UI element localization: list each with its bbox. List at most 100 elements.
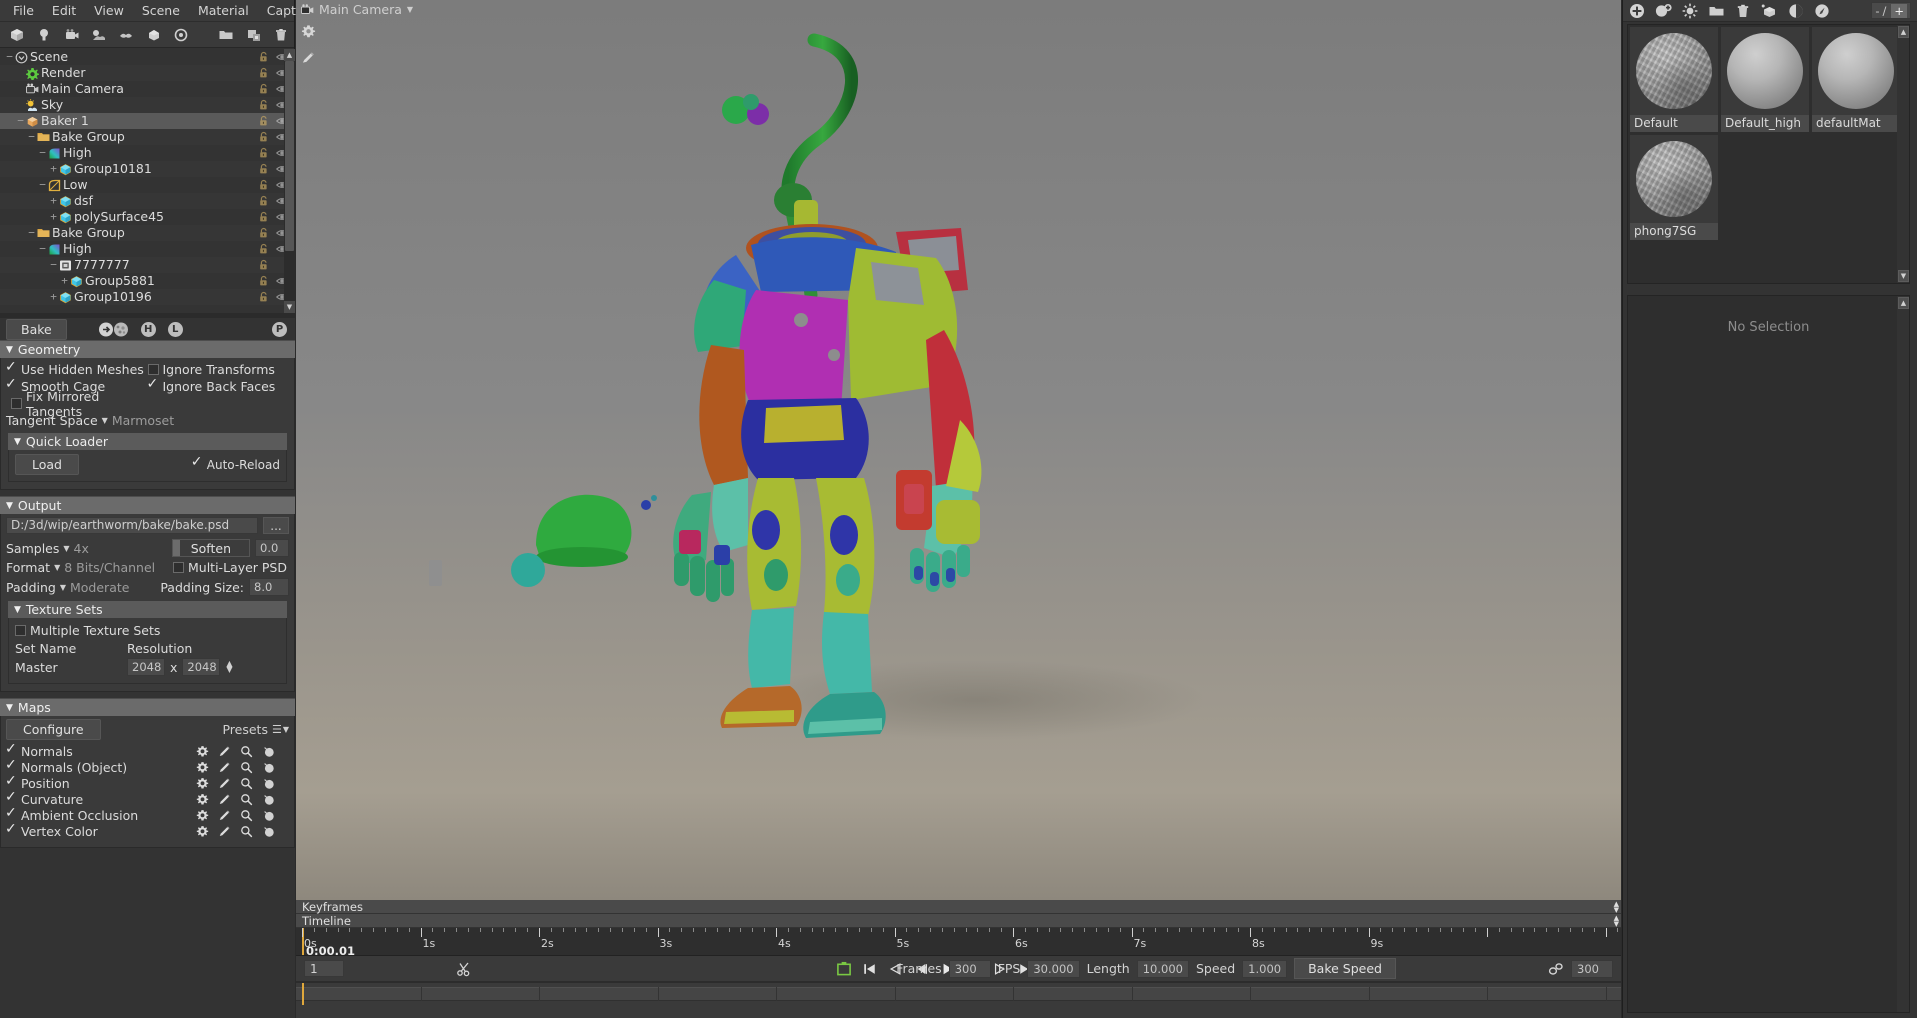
scene-tree-row[interactable]: − Scene bbox=[0, 49, 295, 65]
pencil-icon[interactable] bbox=[218, 777, 231, 790]
browse-button[interactable]: ... bbox=[263, 517, 289, 534]
fix-mirrored-tangents-checkbox[interactable] bbox=[11, 398, 22, 409]
pencil-icon[interactable] bbox=[218, 825, 231, 838]
soften-value-input[interactable]: 0.0 bbox=[255, 539, 289, 557]
scissors-icon[interactable] bbox=[456, 961, 472, 977]
material-sphere-icon[interactable] bbox=[262, 745, 275, 758]
scroll-down-icon[interactable]: ▼ bbox=[1898, 270, 1909, 282]
material-sphere-icon[interactable] bbox=[262, 761, 275, 774]
material-item[interactable]: Default_high bbox=[1721, 27, 1809, 132]
expand-icon[interactable]: + bbox=[48, 209, 59, 225]
add-turntable-icon[interactable] bbox=[169, 24, 194, 46]
stepper-down-icon[interactable]: ▼ bbox=[226, 666, 232, 674]
scene-tree-row[interactable]: − Bake Group bbox=[0, 225, 295, 241]
open-folder-icon[interactable] bbox=[214, 24, 239, 46]
frames-input[interactable]: 300 bbox=[948, 959, 991, 978]
scene-tree-row[interactable]: + dsf bbox=[0, 193, 295, 209]
search-icon[interactable] bbox=[240, 777, 253, 790]
lock-icon[interactable] bbox=[258, 99, 270, 111]
gear-icon[interactable] bbox=[196, 761, 209, 774]
search-icon[interactable] bbox=[240, 809, 253, 822]
pencil-icon[interactable] bbox=[218, 761, 231, 774]
multiple-texture-sets-option[interactable]: Multiple Texture Sets bbox=[15, 622, 280, 639]
lock-icon[interactable] bbox=[258, 115, 270, 127]
material-item[interactable]: phong7SG bbox=[1630, 135, 1718, 240]
map-toggle[interactable]: Normals (Object) bbox=[5, 757, 127, 775]
search-icon[interactable] bbox=[240, 745, 253, 758]
scene-tree-row[interactable]: Sky bbox=[0, 97, 295, 113]
material-grid[interactable]: Default Default_high defaultMat phong7SG ▲ … bbox=[1627, 24, 1910, 284]
lock-icon[interactable] bbox=[258, 243, 270, 255]
texture-height-input[interactable]: 2048 bbox=[182, 658, 221, 676]
lock-icon[interactable] bbox=[258, 147, 270, 159]
lock-icon[interactable] bbox=[258, 83, 270, 95]
search-icon[interactable] bbox=[240, 793, 253, 806]
collapse-icon[interactable]: − bbox=[37, 177, 48, 193]
material-sphere-icon[interactable] bbox=[262, 809, 275, 822]
configure-button[interactable]: Configure bbox=[6, 719, 101, 740]
viewport-paint-icon[interactable] bbox=[299, 48, 317, 66]
material-thumbnail[interactable] bbox=[1721, 27, 1809, 115]
auto-reload-checkbox[interactable] bbox=[191, 454, 203, 470]
padding-size-input[interactable]: 8.0 bbox=[249, 578, 289, 596]
current-frame-input[interactable]: 1 bbox=[304, 960, 344, 977]
soften-button[interactable]: Soften bbox=[171, 539, 250, 557]
resolution-stepper[interactable]: ▲ ▼ bbox=[226, 660, 232, 674]
low-poly-toggle-icon[interactable]: L bbox=[167, 321, 183, 337]
viewport-settings-gear-icon[interactable] bbox=[299, 22, 317, 40]
pencil-icon[interactable] bbox=[218, 809, 231, 822]
gear-icon[interactable] bbox=[196, 809, 209, 822]
scroll-down-icon[interactable]: ▼ bbox=[1614, 907, 1619, 914]
scene-tree-row[interactable]: − Baker 1 bbox=[0, 113, 295, 129]
presets-icon[interactable]: P bbox=[272, 321, 287, 337]
ignore-back-faces-option[interactable]: Ignore Back Faces bbox=[147, 376, 290, 394]
multi-layer-psd-checkbox[interactable] bbox=[173, 562, 184, 573]
material-grid-scrollbar[interactable]: ▲ ▼ bbox=[1897, 25, 1909, 283]
fps-input[interactable]: 30.000 bbox=[1027, 959, 1080, 978]
output-path-input[interactable]: D:/3d/wip/earthworm/bake/bake.psd bbox=[6, 517, 258, 534]
viewport-3d[interactable]: Main Camera ▼ bbox=[296, 0, 1621, 900]
expand-icon[interactable]: + bbox=[48, 289, 59, 305]
scene-tree-row[interactable]: + Group10196 bbox=[0, 289, 295, 305]
menu-view[interactable]: View bbox=[85, 1, 133, 21]
scene-tree-row[interactable]: − Bake Group bbox=[0, 129, 295, 145]
track-playhead[interactable] bbox=[302, 983, 304, 1005]
gear-icon[interactable] bbox=[196, 777, 209, 790]
chevron-down-icon[interactable]: ▼ bbox=[60, 583, 66, 592]
add-mesh-icon[interactable] bbox=[4, 24, 29, 46]
chevron-down-icon[interactable]: ▼ bbox=[102, 416, 108, 425]
scroll-up-icon[interactable]: ▲ bbox=[1898, 26, 1909, 38]
bake-speed-button[interactable]: Bake Speed bbox=[1294, 958, 1396, 979]
scroll-up-icon[interactable]: ▲ bbox=[1898, 297, 1909, 309]
lock-icon[interactable] bbox=[258, 67, 270, 79]
lock-icon[interactable] bbox=[258, 131, 270, 143]
duplicate-material-icon[interactable] bbox=[1655, 3, 1672, 19]
lock-icon[interactable] bbox=[258, 259, 270, 271]
lock-icon[interactable] bbox=[258, 211, 270, 223]
multi-layer-psd-option[interactable]: Multi-Layer PSD bbox=[173, 560, 289, 575]
map-toggle[interactable]: Vertex Color bbox=[5, 821, 98, 839]
texture-sets-header[interactable]: ▼ Texture Sets bbox=[8, 601, 287, 618]
counter-plus[interactable]: + bbox=[1891, 3, 1907, 18]
scroll-up-icon[interactable]: ▲ bbox=[284, 49, 295, 61]
scrollbar-thumb[interactable] bbox=[285, 61, 294, 251]
lock-icon[interactable] bbox=[258, 195, 270, 207]
properties-scrollbar[interactable]: ▲ bbox=[1897, 296, 1909, 1012]
delete-icon[interactable] bbox=[269, 24, 294, 46]
lock-icon[interactable] bbox=[258, 179, 270, 191]
scene-tree-row[interactable]: Render bbox=[0, 65, 295, 81]
speed-input[interactable]: 1.000 bbox=[1242, 959, 1288, 978]
collapse-icon[interactable]: − bbox=[48, 257, 59, 273]
menu-material[interactable]: Material bbox=[189, 1, 258, 21]
scene-tree-row[interactable]: + Group5881 bbox=[0, 273, 295, 289]
presets-dropdown[interactable]: Presets ☰ ▼ bbox=[222, 722, 289, 737]
material-sphere-icon[interactable] bbox=[262, 825, 275, 838]
timeline-ruler[interactable]: 0:00.01 0s 1s 2s 3s 4s 5s 6s 7s 8s 9s bbox=[296, 928, 1621, 956]
lock-icon[interactable] bbox=[258, 227, 270, 239]
texture-width-input[interactable]: 2048 bbox=[127, 658, 165, 676]
gear-icon[interactable] bbox=[196, 825, 209, 838]
keyframe-track[interactable] bbox=[296, 987, 1621, 1001]
menu-edit[interactable]: Edit bbox=[43, 1, 85, 21]
scene-tree-row[interactable]: − High bbox=[0, 241, 295, 257]
use-hidden-meshes-checkbox[interactable] bbox=[5, 359, 17, 375]
